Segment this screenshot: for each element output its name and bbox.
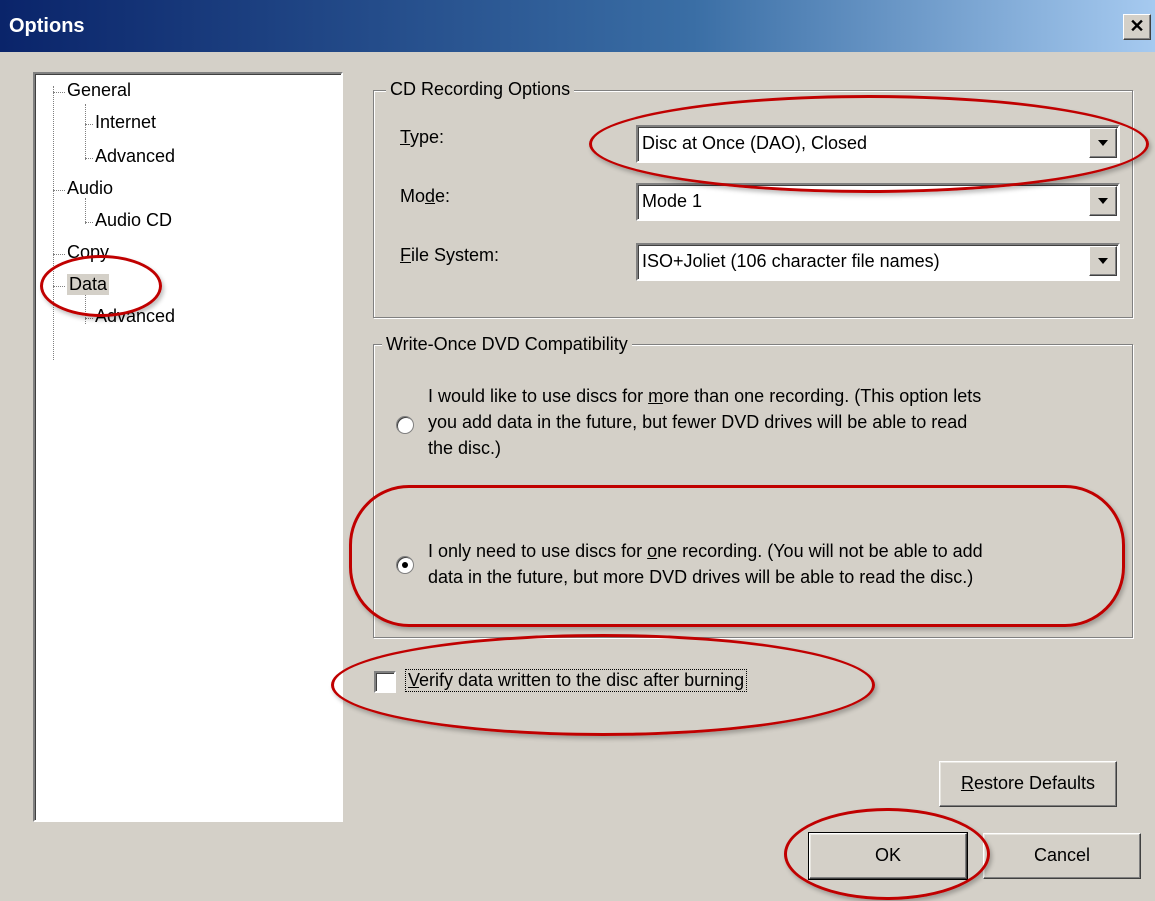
tree-item-audio[interactable]: Audio xyxy=(67,178,113,199)
tree-line xyxy=(85,158,93,159)
mode-select[interactable]: Mode 1 xyxy=(636,183,1120,221)
tree-line xyxy=(85,318,93,319)
single-session-radio-label[interactable]: I only need to use discs for one recordi… xyxy=(428,538,1118,590)
mode-select-value: Mode 1 xyxy=(642,191,703,211)
chevron-down-icon[interactable] xyxy=(1089,186,1117,216)
options-tree[interactable]: General Internet Advanced Audio Audio CD… xyxy=(33,72,343,822)
tree-line xyxy=(85,104,86,160)
multi-session-radio-label[interactable]: I would like to use discs for more than … xyxy=(428,383,1118,461)
chevron-down-icon[interactable] xyxy=(1089,128,1117,158)
restore-defaults-button[interactable]: Restore Defaults xyxy=(939,761,1117,807)
type-select[interactable]: Disc at Once (DAO), Closed xyxy=(636,125,1120,163)
multi-session-radio[interactable] xyxy=(396,416,414,434)
tree-line xyxy=(53,190,65,191)
tree-line xyxy=(53,92,65,93)
single-session-radio[interactable] xyxy=(396,556,414,574)
close-icon: ✕ xyxy=(1129,16,1145,36)
tree-item-general-advanced[interactable]: Advanced xyxy=(95,146,175,167)
file-system-select[interactable]: ISO+Joliet (106 character file names) xyxy=(636,243,1120,281)
cancel-button[interactable]: Cancel xyxy=(983,833,1141,879)
file-system-label: File System: xyxy=(400,245,500,265)
mode-label: Mode: xyxy=(400,186,451,206)
window-title: Options xyxy=(9,15,85,37)
tree-line xyxy=(53,286,65,287)
tree-item-data-advanced[interactable]: Advanced xyxy=(95,306,175,327)
file-system-select-value: ISO+Joliet (106 character file names) xyxy=(642,251,940,271)
chevron-down-icon[interactable] xyxy=(1089,246,1117,276)
tree-item-data[interactable]: Data xyxy=(67,274,110,295)
cd-recording-options-label: CD Recording Options xyxy=(386,79,575,100)
tree-line xyxy=(85,198,86,224)
tree-line xyxy=(85,124,93,125)
type-label: Type: xyxy=(400,127,445,147)
tree-line xyxy=(85,222,93,223)
tree-item-general[interactable]: General xyxy=(67,80,131,101)
verify-checkbox-label[interactable]: Verify data written to the disc after bu… xyxy=(405,669,748,692)
type-select-value: Disc at Once (DAO), Closed xyxy=(642,133,868,153)
tree-item-internet[interactable]: Internet xyxy=(95,112,156,133)
title-bar[interactable]: Options ✕ xyxy=(0,0,1155,52)
tree-line xyxy=(85,294,86,324)
tree-item-audio-cd[interactable]: Audio CD xyxy=(95,210,172,231)
tree-line xyxy=(53,86,54,360)
dvd-compatibility-label: Write-Once DVD Compatibility xyxy=(382,334,632,355)
tree-line xyxy=(53,254,65,255)
tree-item-copy[interactable]: Copy xyxy=(67,242,109,263)
verify-checkbox[interactable] xyxy=(374,671,396,693)
close-button[interactable]: ✕ xyxy=(1123,14,1151,40)
ok-button[interactable]: OK xyxy=(808,832,968,880)
